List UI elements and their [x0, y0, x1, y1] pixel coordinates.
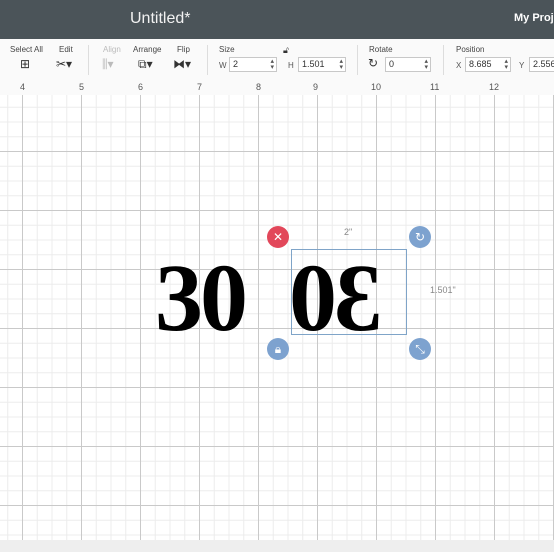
ruler-tick: 9	[313, 82, 319, 92]
x-stepper[interactable]: ▴ ▾	[504, 58, 508, 71]
align-label: Align	[103, 45, 121, 54]
toolbar-divider	[443, 45, 444, 75]
x-position-field[interactable]: 8.685 ▴ ▾	[465, 57, 511, 72]
arrange-label: Arrange	[133, 45, 162, 54]
text-layer-30[interactable]: 30	[155, 250, 248, 346]
height-stepper[interactable]: ▴ ▾	[339, 58, 343, 71]
select-all-icon[interactable]: ⊞	[20, 57, 30, 71]
y-position-field[interactable]: 2.556	[529, 57, 554, 72]
rotate-field[interactable]: 0 ▴ ▾	[385, 57, 431, 72]
width-stepper[interactable]: ▴ ▾	[270, 58, 274, 71]
rotate-stepper[interactable]: ▴ ▾	[424, 58, 428, 71]
height-dimension-label: 1.501"	[430, 285, 456, 295]
select-all-label: Select All	[10, 45, 43, 54]
lock-handle[interactable]: 🔒︎	[267, 338, 289, 360]
rotate-handle[interactable]: ↻	[409, 226, 431, 248]
lock-icon: 🔒︎	[274, 342, 282, 356]
rotate-label: Rotate	[369, 45, 393, 54]
ruler-tick: 5	[79, 82, 85, 92]
close-icon: ✕	[272, 230, 284, 244]
ruler-tick: 4	[20, 82, 26, 92]
canvas-scrollbar[interactable]	[0, 540, 554, 552]
edit-label: Edit	[59, 45, 73, 54]
ruler-tick: 8	[256, 82, 262, 92]
height-value: 1.501	[302, 59, 325, 69]
height-field[interactable]: 1.501 ▴ ▾	[298, 57, 346, 72]
y-label: Y	[519, 61, 525, 70]
ruler-tick: 7	[197, 82, 203, 92]
ruler-tick: 11	[430, 82, 440, 92]
width-value: 2	[233, 59, 239, 69]
my-projects-link[interactable]: My Projects	[514, 12, 554, 24]
horizontal-ruler: 4 5 6 7 8 9 10 11 12	[0, 81, 554, 96]
delete-handle[interactable]: ✕	[267, 226, 289, 248]
flip-label: Flip	[177, 45, 190, 54]
x-value: 8.685	[469, 59, 492, 69]
ruler-tick: 10	[371, 82, 382, 92]
edit-toolbar: Select All ⊞ Edit ✂▾ Align ⫼▾ Arrange ⧉▾…	[0, 39, 554, 82]
size-label: Size	[219, 45, 235, 54]
rotate-icon: ↻	[414, 230, 426, 244]
resize-handle[interactable]: ⤡	[409, 338, 431, 360]
height-label: H	[288, 61, 294, 70]
lock-icon[interactable]: 🔓︎	[283, 46, 289, 56]
header-bar: Untitled* My Projects	[0, 0, 554, 39]
resize-icon: ⤡	[415, 342, 425, 356]
ruler-tick: 12	[489, 82, 500, 92]
position-label: Position	[456, 45, 485, 54]
project-title[interactable]: Untitled*	[130, 10, 190, 28]
x-label: X	[456, 61, 462, 70]
align-icon[interactable]: ⫼▾	[102, 57, 114, 72]
toolbar-divider	[88, 45, 89, 75]
design-canvas[interactable]	[0, 95, 554, 540]
ruler-tick: 6	[138, 82, 144, 92]
rotate-value: 0	[389, 59, 395, 69]
arrange-icon[interactable]: ⧉▾	[138, 57, 153, 72]
toolbar-divider	[357, 45, 358, 75]
toolbar-divider	[207, 45, 208, 75]
width-field[interactable]: 2 ▴ ▾	[229, 57, 277, 72]
rotate-icon: ↻	[368, 56, 379, 70]
y-value: 2.556	[533, 59, 554, 69]
width-dimension-label: 2"	[344, 227, 353, 237]
edit-icon[interactable]: ✂▾	[56, 57, 72, 71]
selection-box[interactable]	[291, 249, 407, 335]
width-label: W	[219, 61, 227, 70]
flip-icon[interactable]: ⧓▾	[173, 57, 191, 71]
